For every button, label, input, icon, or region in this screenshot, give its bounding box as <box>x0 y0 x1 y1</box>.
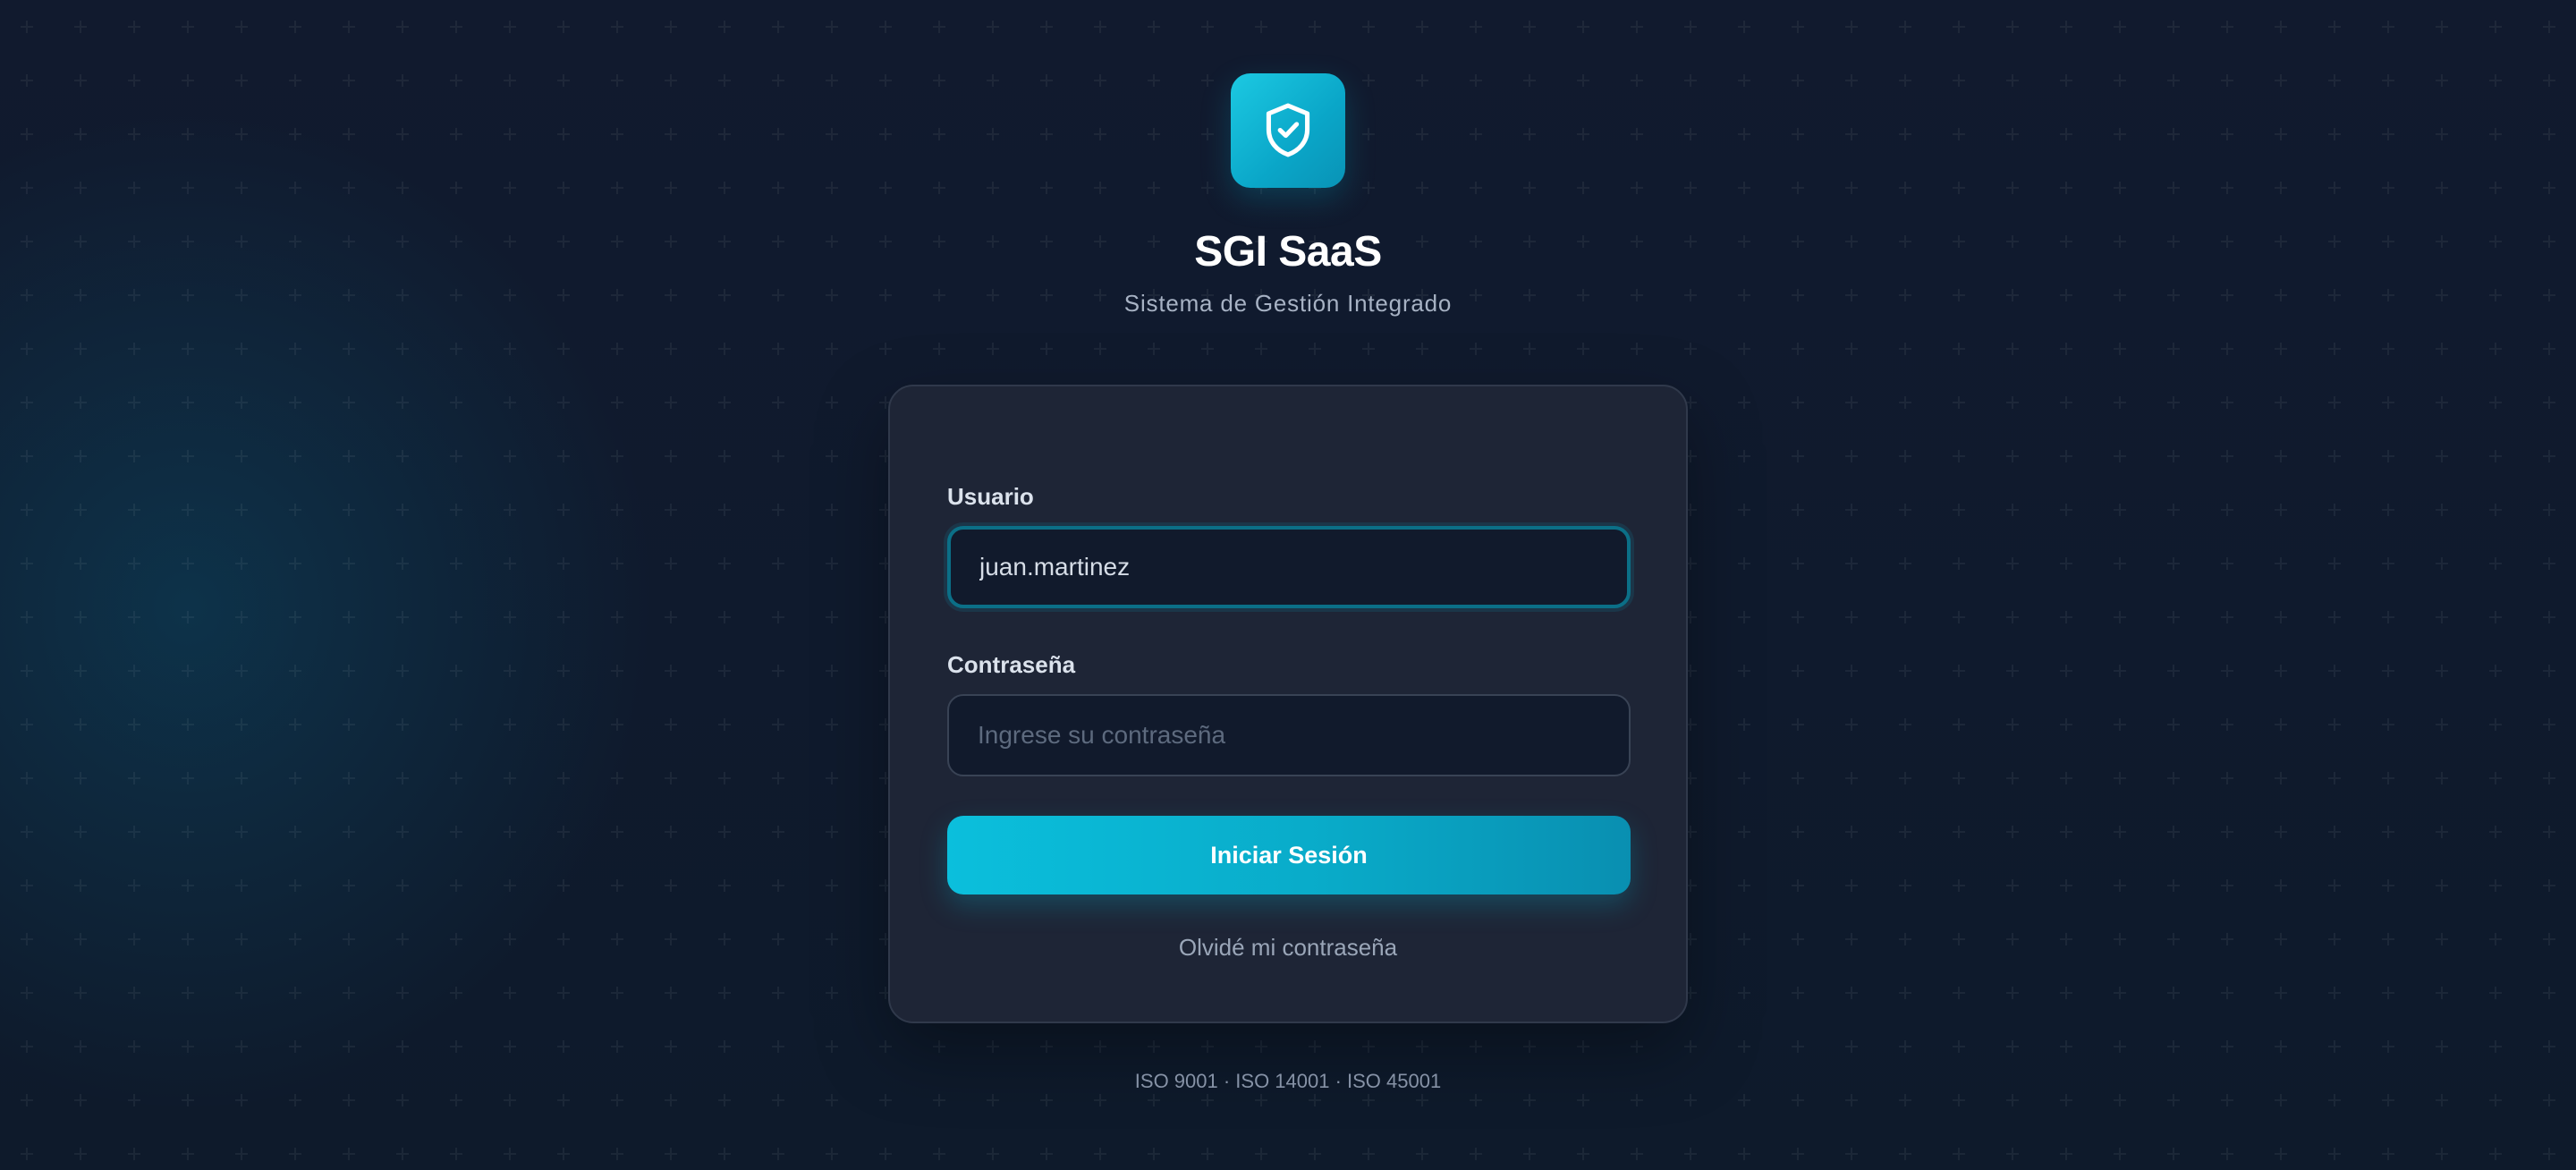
app-logo <box>1231 73 1345 188</box>
password-label: Contraseña <box>947 651 1076 678</box>
iso-standards-footer: ISO 9001 · ISO 14001 · ISO 45001 <box>1134 1070 1442 1092</box>
brand-header: SGI SaaS Sistema de Gestión Integrado <box>0 73 2576 318</box>
login-button[interactable]: Iniciar Sesión <box>947 816 1631 894</box>
login-card: Usuario Contraseña Iniciar Sesión Olvidé… <box>888 385 1688 1023</box>
app-subtitle: Sistema de Gestión Integrado <box>1123 290 1453 317</box>
username-label: Usuario <box>947 483 1034 510</box>
forgot-password-link[interactable]: Olvidé mi contraseña <box>890 934 1686 962</box>
app-title: SGI SaaS <box>1194 228 1382 276</box>
username-input[interactable] <box>947 526 1631 608</box>
password-input[interactable] <box>947 694 1631 776</box>
shield-check-icon <box>1266 103 1310 157</box>
